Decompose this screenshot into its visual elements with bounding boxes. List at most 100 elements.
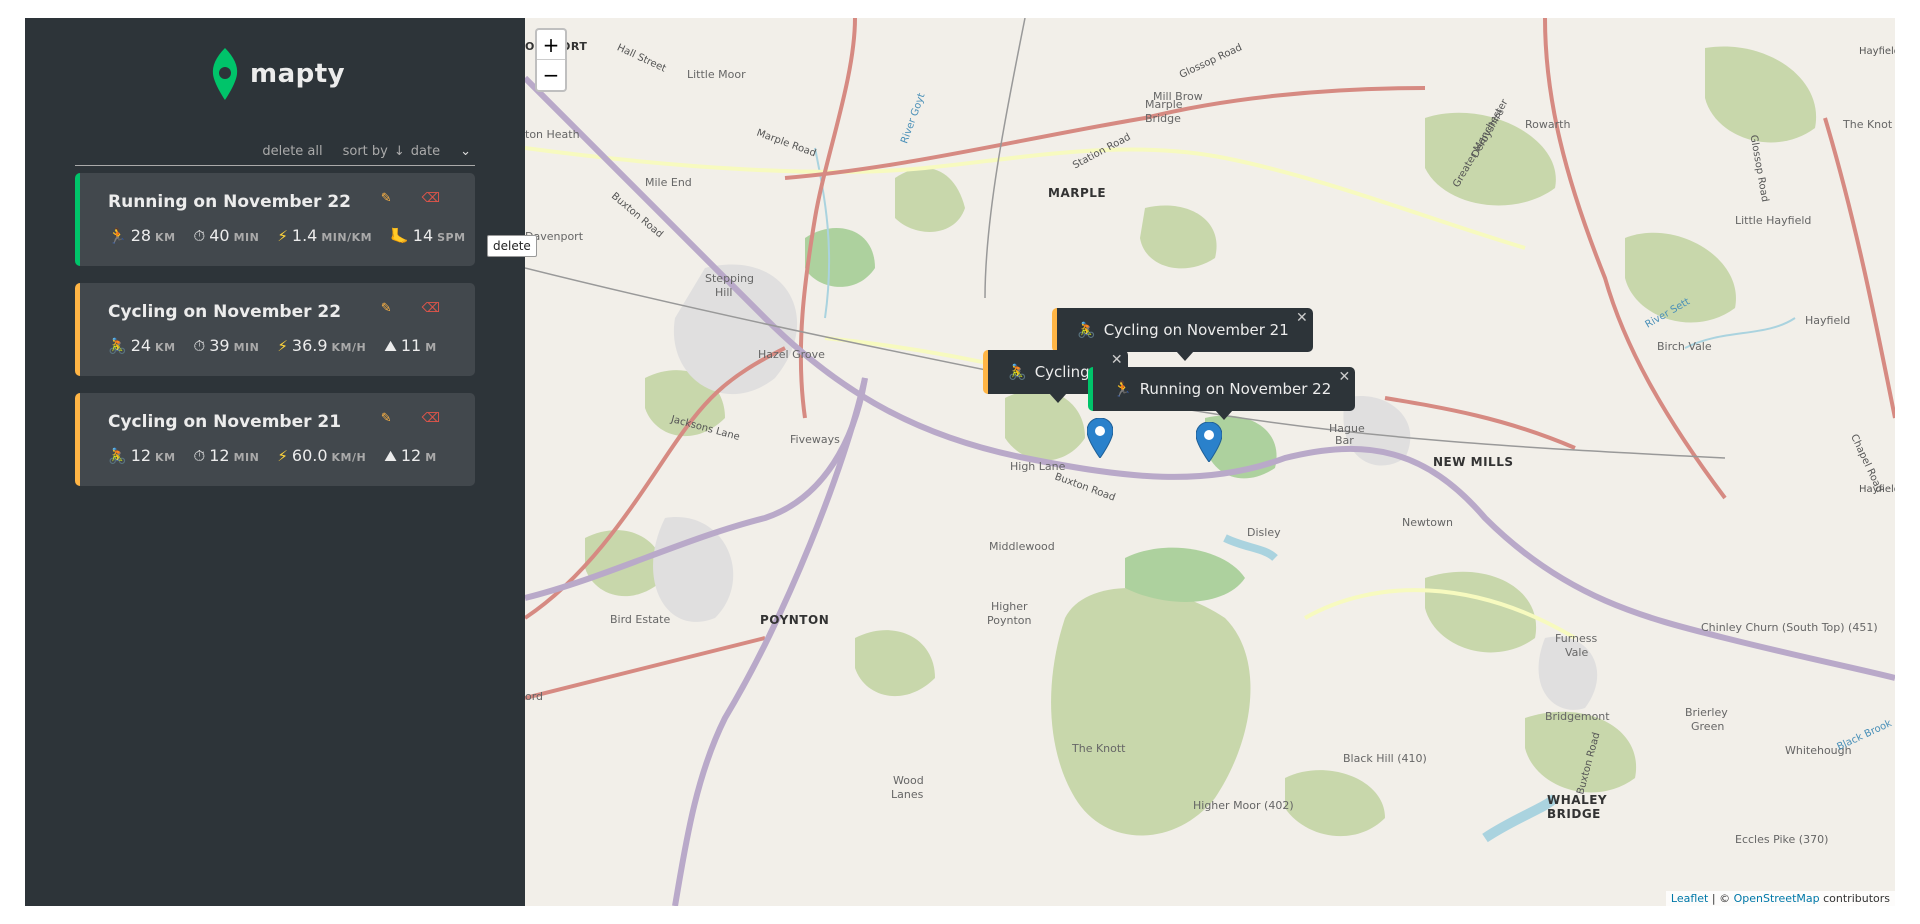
logo-pin-icon [212, 48, 238, 100]
attribution-separator: | © [1708, 892, 1734, 905]
lightning-icon: ⚡ [277, 337, 288, 355]
place-label: Marple [1145, 98, 1183, 111]
place-label: Bar [1335, 434, 1354, 447]
place-label: Hill [715, 286, 733, 299]
distance-unit: km [155, 451, 176, 464]
distance-value: 28 [130, 226, 152, 245]
zoom-out-button[interactable]: − [537, 60, 565, 90]
place-label: Fiveways [790, 433, 840, 446]
place-label: ton Heath [525, 128, 580, 141]
duration-unit: min [233, 341, 260, 354]
close-icon[interactable]: ✕ [1296, 310, 1308, 326]
map-marker-icon[interactable] [1087, 418, 1113, 458]
map-marker-icon[interactable] [1196, 422, 1222, 462]
duration-value: 39 [209, 336, 230, 355]
speed-value: 36.9 [291, 336, 328, 355]
place-label: Higher [991, 600, 1028, 613]
cadence-detail: 🦶 14 spm [390, 226, 465, 245]
place-label: Higher Moor (402) [1193, 799, 1294, 812]
runner-icon: 🏃 [1113, 380, 1132, 398]
delete-tooltip: delete [487, 235, 537, 257]
place-label: Black Hill (410) [1343, 752, 1427, 765]
cyclist-icon: 🚴 [108, 337, 127, 355]
speed-detail: ⚡ 36.9 km/h [277, 336, 366, 355]
popup-tip [1175, 351, 1194, 361]
workout-popup[interactable]: 🏃 Running on November 22 ✕ [1088, 367, 1356, 420]
place-label: Eccles Pike (370) [1735, 833, 1829, 846]
distance-detail: 🚴 12 km [108, 446, 176, 465]
popup-tip [1215, 410, 1234, 420]
sort-select[interactable]: sort by ↓ date ⌄ [343, 144, 471, 159]
duration-value: 40 [209, 226, 230, 245]
place-label: Little Moor [687, 68, 746, 81]
elevation-detail: ⛰ 11 m [384, 336, 436, 355]
distance-detail: 🚴 24 km [108, 336, 176, 355]
distance-value: 24 [130, 336, 152, 355]
distance-value: 12 [130, 446, 152, 465]
place-label: Chinley Churn (South Top) (451) [1701, 621, 1878, 634]
speed-detail: ⚡ 60.0 km/h [277, 446, 366, 465]
edit-icon[interactable]: ✎ [381, 411, 392, 426]
delete-icon[interactable]: ⌫ [422, 191, 440, 206]
lightning-icon: ⚡ [277, 227, 288, 245]
runner-icon: 🏃 [108, 227, 127, 245]
place-label: POYNTON [760, 613, 830, 627]
workout-list: Running on November 22 ✎ ⌫ 🏃 28 km ⏱ 40 min … [75, 173, 475, 503]
place-label: Green [1691, 720, 1725, 733]
close-icon[interactable]: ✕ [1339, 369, 1351, 385]
place-label: Bridgemont [1545, 710, 1610, 723]
elevation-unit: m [425, 341, 437, 354]
osm-link[interactable]: OpenStreetMap [1734, 892, 1820, 905]
logo-text: mapty [250, 59, 346, 89]
mountain-icon: ⛰ [384, 447, 397, 465]
speed-value: 60.0 [291, 446, 328, 465]
place-label: Newtown [1402, 516, 1454, 529]
duration-value: 12 [209, 446, 230, 465]
speed-unit: min/km [321, 231, 373, 244]
place-label: Mile End [645, 176, 692, 189]
place-label: Birch Vale [1657, 340, 1712, 353]
place-label: Stepping [705, 272, 755, 285]
place-label: Little Hayfield [1735, 214, 1812, 227]
sort-label: sort by [342, 144, 388, 159]
speed-unit: km/h [331, 451, 367, 464]
logo: mapty [210, 48, 345, 100]
delete-all-button[interactable]: delete all [262, 144, 322, 159]
place-label: ord [525, 690, 544, 703]
workout-details: 🚴 24 km ⏱ 39 min ⚡ 36.9 km/h ⛰ 11 m [108, 336, 455, 355]
map-tiles[interactable] [525, 18, 1895, 906]
popup-label: Cycling on November 21 [1103, 321, 1289, 339]
foot-icon: 🦶 [390, 227, 409, 245]
place-label: Hayfield [1805, 314, 1851, 327]
leaflet-link[interactable]: Leaflet [1671, 892, 1708, 905]
mountain-icon: ⛰ [384, 337, 397, 355]
workout-card[interactable]: Cycling on November 21 ✎ ⌫ 🚴 12 km ⏱ 12 min … [75, 393, 475, 486]
road-label: Hayfield [1859, 46, 1895, 57]
place-label: Rowarth [1525, 118, 1571, 131]
close-icon[interactable]: ✕ [1111, 352, 1123, 368]
workout-popup[interactable]: 🚴 Cycling on November 21 ✕ [1052, 308, 1313, 361]
place-label: Bird Estate [610, 613, 671, 626]
place-label: Wood [893, 774, 924, 787]
workout-actions: ✎ ⌫ [381, 191, 440, 206]
workout-card[interactable]: Cycling on November 22 ✎ ⌫ 🚴 24 km ⏱ 39 min … [75, 283, 475, 376]
place-label: Lanes [891, 788, 924, 801]
stopwatch-icon: ⏱ [193, 447, 206, 465]
zoom-in-button[interactable]: + [537, 30, 565, 60]
place-label: The Knot [1843, 118, 1893, 131]
place-label: Disley [1247, 526, 1281, 539]
sidebar: mapty delete all sort by ↓ date ⌄ Runnin… [25, 18, 525, 906]
map[interactable]: MARPLE NEW MILLS POYNTON WHALEY BRIDGE H… [525, 18, 1895, 906]
edit-icon[interactable]: ✎ [381, 301, 392, 316]
speed-value: 1.4 [291, 226, 318, 245]
delete-icon[interactable]: ⌫ [422, 301, 440, 316]
workout-details: 🏃 28 km ⏱ 40 min ⚡ 1.4 min/km 🦶 14 spm [108, 226, 465, 245]
cyclist-icon: 🚴 [1077, 321, 1096, 339]
workout-card[interactable]: Running on November 22 ✎ ⌫ 🏃 28 km ⏱ 40 min … [75, 173, 475, 266]
edit-icon[interactable]: ✎ [381, 191, 392, 206]
duration-detail: ⏱ 12 min [194, 446, 260, 465]
distance-unit: km [155, 341, 176, 354]
speed-unit: km/h [331, 341, 367, 354]
delete-icon[interactable]: ⌫ [422, 411, 440, 426]
place-label: NEW MILLS [1433, 455, 1514, 469]
